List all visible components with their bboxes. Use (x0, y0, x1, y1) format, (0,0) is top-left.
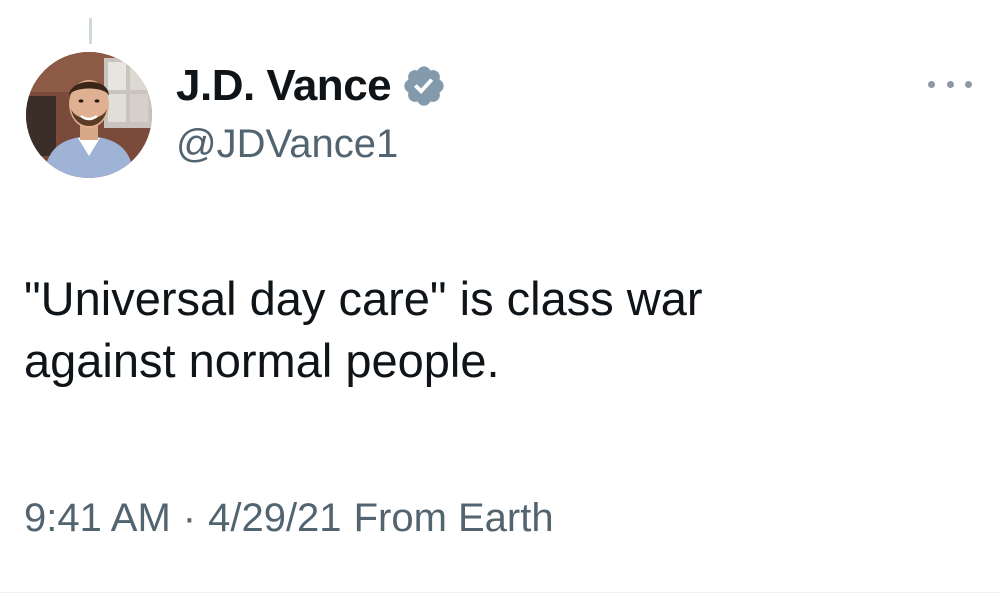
author-name-row[interactable]: J.D. Vance (176, 58, 447, 114)
more-dot (928, 80, 935, 88)
more-dot (965, 80, 972, 88)
meta-separator: · (182, 496, 197, 540)
verified-badge-icon[interactable] (401, 63, 447, 109)
tweet-time[interactable]: 9:41 AM (24, 496, 171, 541)
divider (0, 592, 1000, 593)
tweet-text: "Universal day care" is class war agains… (24, 268, 964, 392)
author-handle[interactable]: @JDVance1 (176, 122, 398, 167)
tweet-metadata: 9:41 AM · 4/29/21 From Earth (24, 496, 554, 541)
more-options-icon[interactable] (928, 72, 972, 96)
avatar[interactable] (26, 52, 152, 178)
tweet-source: From Earth (353, 496, 554, 540)
tweet-text-line: "Universal day care" is class war (24, 272, 703, 325)
tweet-card[interactable]: J.D. Vance @JDVance1 "Universal day care… (0, 0, 1000, 597)
display-name[interactable]: J.D. Vance (176, 61, 392, 111)
more-dot (946, 80, 954, 88)
thread-connector-line (89, 18, 92, 44)
tweet-date[interactable]: 4/29/21 (208, 496, 341, 541)
tweet-text-line: against normal people. (24, 334, 500, 387)
avatar-image (26, 52, 152, 178)
